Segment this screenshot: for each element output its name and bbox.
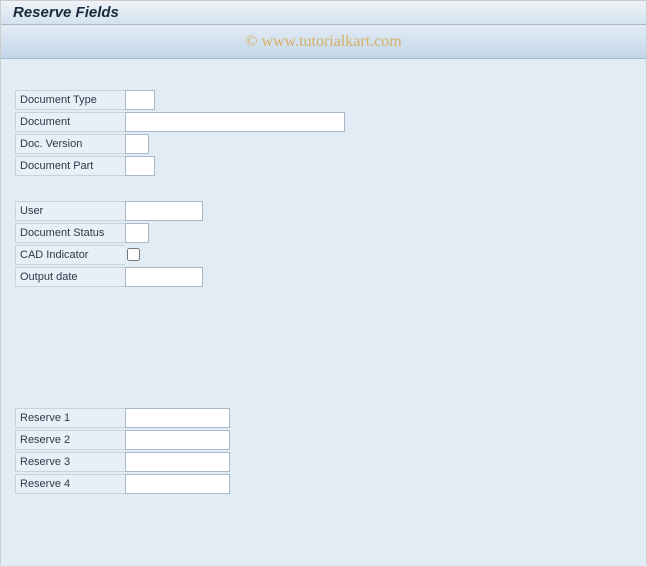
label-doc-status: Document Status bbox=[15, 223, 125, 243]
input-doc-part[interactable] bbox=[125, 156, 155, 176]
label-cad-indicator: CAD Indicator bbox=[15, 245, 125, 265]
header-bar: Reserve Fields bbox=[1, 1, 646, 25]
label-document: Document bbox=[15, 112, 125, 132]
content-area: Document Type Document Doc. Version Docu… bbox=[1, 59, 646, 566]
label-doc-version: Doc. Version bbox=[15, 134, 125, 154]
label-doc-part: Document Part bbox=[15, 156, 125, 176]
meta-group: User Document Status CAD Indicator Outpu… bbox=[15, 200, 632, 287]
label-output-date: Output date bbox=[15, 267, 125, 287]
page-title: Reserve Fields bbox=[13, 4, 119, 21]
label-user: User bbox=[15, 201, 125, 221]
row-reserve-1: Reserve 1 bbox=[15, 407, 632, 428]
row-doc-part: Document Part bbox=[15, 155, 632, 176]
input-reserve-4[interactable] bbox=[125, 474, 230, 494]
input-user[interactable] bbox=[125, 201, 203, 221]
label-reserve-4: Reserve 4 bbox=[15, 474, 125, 494]
row-reserve-4: Reserve 4 bbox=[15, 473, 632, 494]
label-document-type: Document Type bbox=[15, 90, 125, 110]
input-document-type[interactable] bbox=[125, 90, 155, 110]
row-reserve-2: Reserve 2 bbox=[15, 429, 632, 450]
input-output-date[interactable] bbox=[125, 267, 203, 287]
toolbar-strip: © www.tutorialkart.com bbox=[1, 25, 646, 59]
row-doc-version: Doc. Version bbox=[15, 133, 632, 154]
document-group: Document Type Document Doc. Version Docu… bbox=[15, 89, 632, 176]
row-cad-indicator: CAD Indicator bbox=[15, 244, 632, 265]
label-reserve-3: Reserve 3 bbox=[15, 452, 125, 472]
input-doc-version[interactable] bbox=[125, 134, 149, 154]
input-reserve-1[interactable] bbox=[125, 408, 230, 428]
watermark-text: © www.tutorialkart.com bbox=[245, 33, 401, 51]
row-document: Document bbox=[15, 111, 632, 132]
input-doc-status[interactable] bbox=[125, 223, 149, 243]
row-reserve-3: Reserve 3 bbox=[15, 451, 632, 472]
checkbox-wrap-cad bbox=[125, 245, 149, 265]
input-document[interactable] bbox=[125, 112, 345, 132]
reserve-group: Reserve 1 Reserve 2 Reserve 3 Reserve 4 bbox=[15, 407, 632, 494]
input-reserve-2[interactable] bbox=[125, 430, 230, 450]
row-user: User bbox=[15, 200, 632, 221]
label-reserve-2: Reserve 2 bbox=[15, 430, 125, 450]
input-reserve-3[interactable] bbox=[125, 452, 230, 472]
row-output-date: Output date bbox=[15, 266, 632, 287]
row-doc-status: Document Status bbox=[15, 222, 632, 243]
label-reserve-1: Reserve 1 bbox=[15, 408, 125, 428]
checkbox-cad-indicator[interactable] bbox=[127, 248, 140, 261]
row-document-type: Document Type bbox=[15, 89, 632, 110]
